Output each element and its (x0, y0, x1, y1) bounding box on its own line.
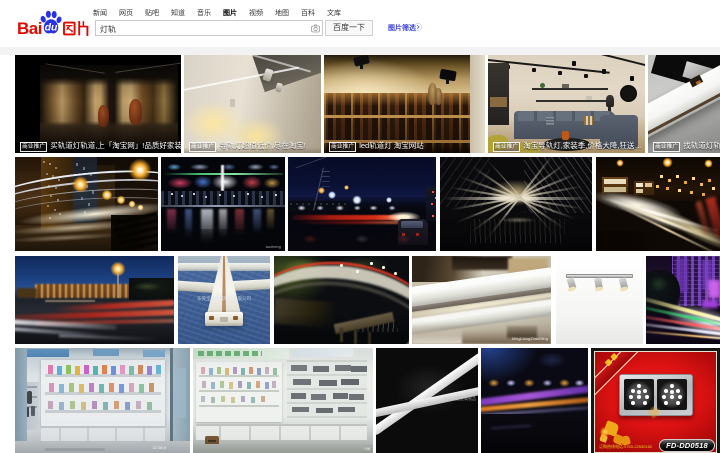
svg-text:du: du (45, 22, 58, 34)
